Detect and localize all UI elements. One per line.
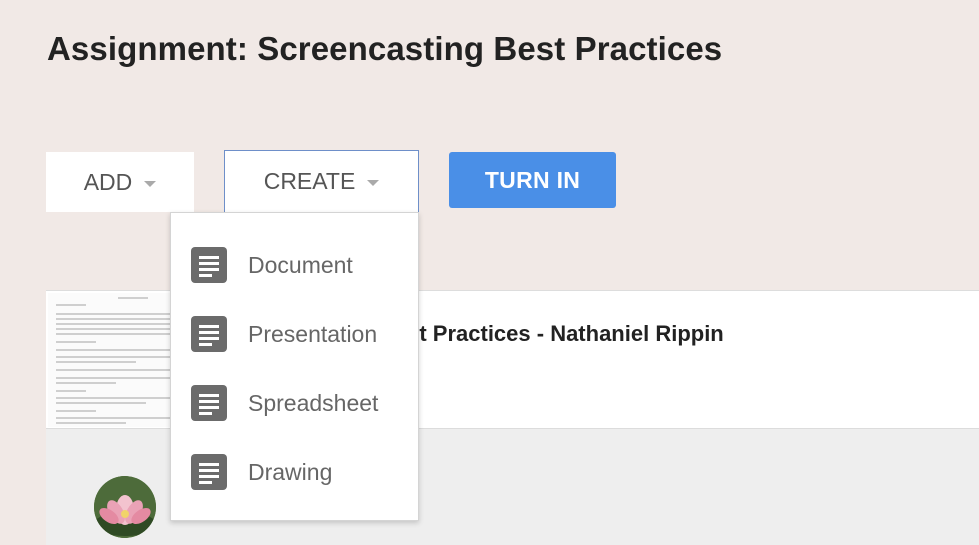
avatar bbox=[94, 476, 156, 538]
add-button[interactable]: ADD bbox=[46, 152, 194, 212]
create-button-label: CREATE bbox=[263, 168, 356, 194]
chevron-down-icon bbox=[144, 180, 157, 187]
presentation-icon bbox=[191, 316, 227, 352]
menu-item-label: Spreadsheet bbox=[248, 389, 379, 416]
menu-item-drawing[interactable]: Drawing bbox=[171, 441, 418, 503]
create-dropdown-menu: Document Presentation Spreadsheet Drawin… bbox=[170, 212, 419, 521]
lotus-image bbox=[94, 476, 156, 538]
menu-item-document[interactable]: Document bbox=[171, 234, 418, 296]
menu-item-spreadsheet[interactable]: Spreadsheet bbox=[171, 372, 418, 434]
create-button[interactable]: CREATE bbox=[224, 150, 419, 213]
turn-in-button-label: TURN IN bbox=[484, 166, 581, 193]
turn-in-button[interactable]: TURN IN bbox=[449, 152, 616, 208]
spreadsheet-icon bbox=[191, 385, 227, 421]
menu-item-label: Presentation bbox=[248, 320, 378, 347]
drawing-icon bbox=[191, 454, 227, 490]
menu-item-label: Document bbox=[248, 251, 353, 278]
document-icon bbox=[191, 247, 227, 283]
menu-item-presentation[interactable]: Presentation bbox=[171, 303, 418, 365]
add-button-label: ADD bbox=[83, 168, 133, 195]
page-title: Assignment: Screencasting Best Practices bbox=[47, 30, 723, 67]
chevron-down-icon bbox=[367, 180, 380, 186]
menu-item-label: Drawing bbox=[248, 458, 333, 485]
